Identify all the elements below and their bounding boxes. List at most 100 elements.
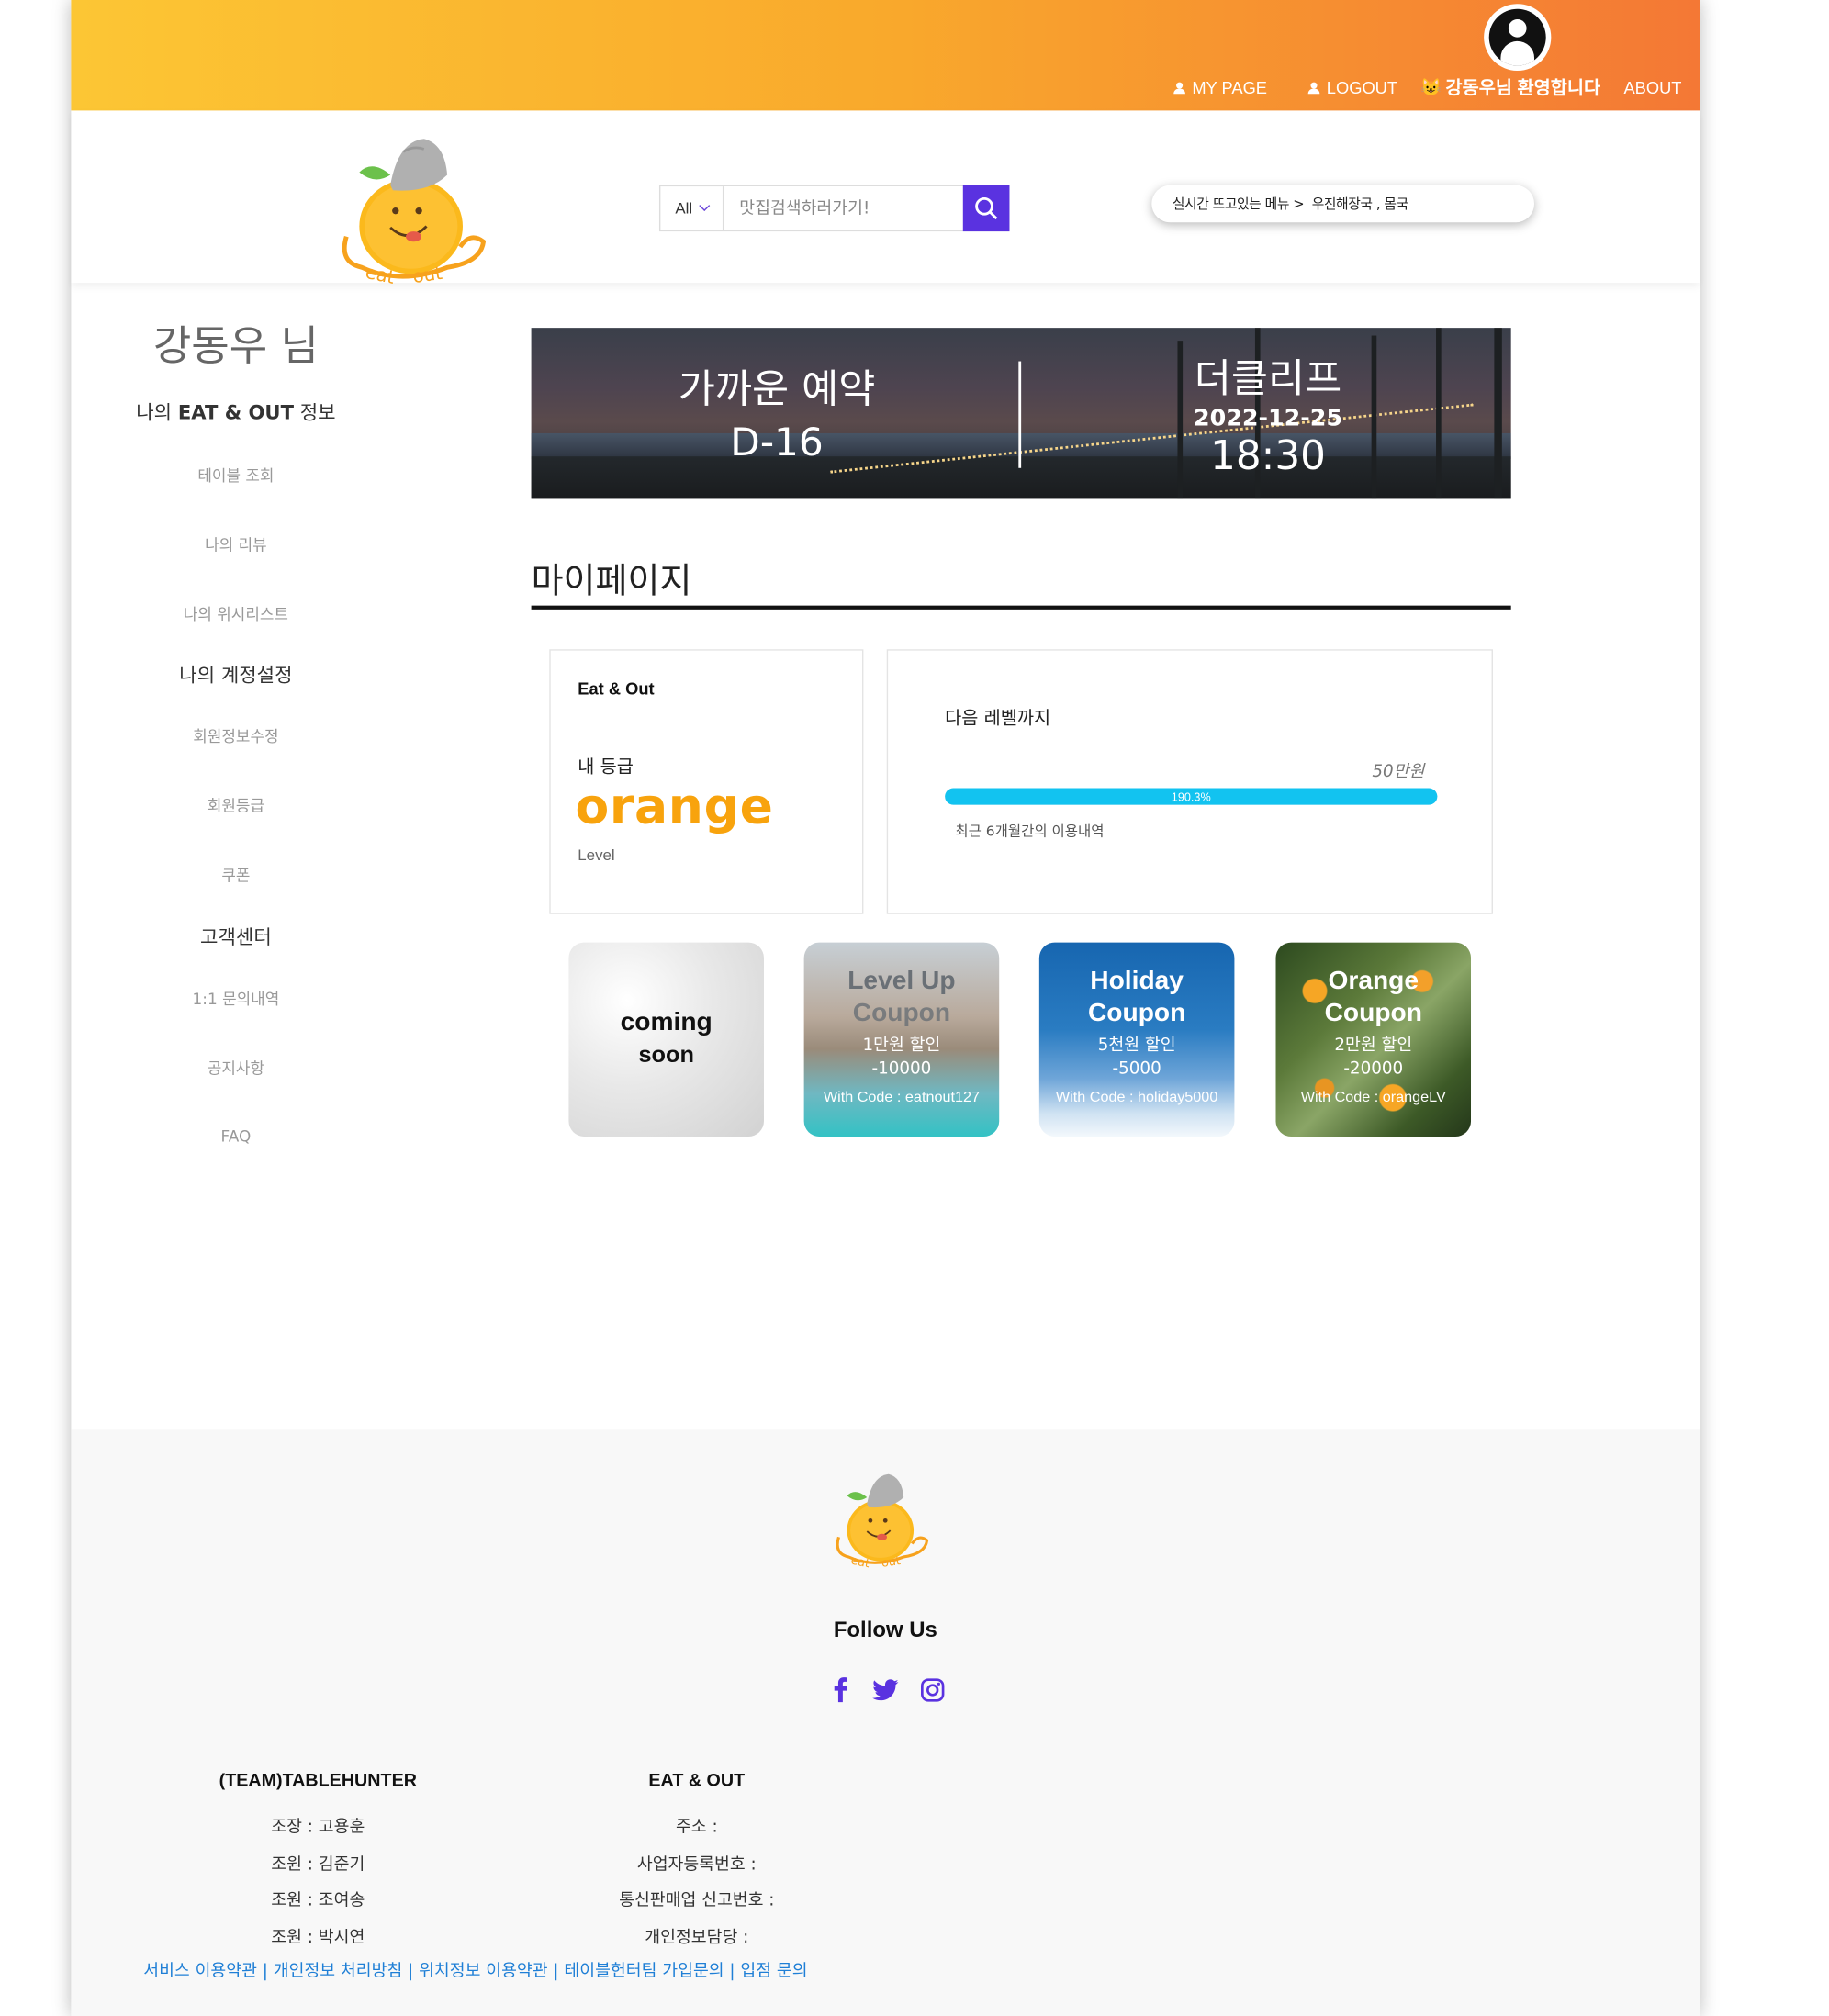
coupon-card-orange[interactable]: Orange Coupon 2만원 할인 -20000 With Code : … [1275, 942, 1472, 1137]
company-info: 통신판매업 신고번호 : [619, 1891, 775, 1911]
coupon-line2: Coupon [1324, 999, 1422, 1028]
profile-avatar[interactable] [1484, 4, 1552, 72]
user-icon [1173, 81, 1186, 94]
sidebar-section-account: 나의 계정설정 [179, 663, 293, 687]
coupon-line4: -20000 [1343, 1059, 1404, 1080]
store-inquiry-link[interactable]: 입점 문의 [740, 1962, 807, 1981]
grade-level-text: Level [578, 846, 615, 865]
eat-out-logo[interactable]: eat out [336, 134, 494, 286]
svg-text:out: out [411, 263, 443, 286]
reservation-banner[interactable]: 가까운 예약 D-16 더클리프 2022-12-25 18:30 [531, 328, 1511, 499]
privacy-link[interactable]: 개인정보 처리방침 [274, 1962, 403, 1981]
sidebar-item-wishlist[interactable]: 나의 위시리스트 [71, 603, 400, 625]
coupon-line1: Level Up [847, 967, 956, 995]
sidebar-item-faq[interactable]: FAQ [71, 1127, 400, 1146]
team-heading: (TEAM)TABLEHUNTER [219, 1769, 417, 1790]
next-level-amount: 50만원 [1372, 762, 1425, 782]
banner-divider [1018, 361, 1022, 468]
coupon-line1: coming [620, 1007, 713, 1036]
banner-dday: D-16 [730, 420, 824, 465]
sidebar-item-grade[interactable]: 회원등급 [71, 795, 400, 817]
grade-card-brand: Eat & Out [578, 678, 655, 699]
sidebar-item-table[interactable]: 테이블 조회 [71, 465, 400, 487]
nav-mypage-label: MY PAGE [1192, 77, 1268, 97]
coupon-line3: 5천원 할인 [1097, 1036, 1176, 1056]
banner-restaurant: 더클리프 [1194, 355, 1342, 403]
company-info: 개인정보담당 : [645, 1928, 749, 1948]
top-bar: MY PAGE LOGOUT 😺 강동우님 환영합니다 ABOUT [71, 0, 1700, 111]
coupon-line4: -10000 [871, 1059, 932, 1080]
facebook-link[interactable] [826, 1675, 855, 1704]
welcome-text: 강동우님 환영합니다 [1445, 77, 1601, 98]
level-progress-fill: 190.3% [945, 788, 1438, 805]
instagram-link[interactable] [918, 1675, 947, 1704]
twitter-link[interactable] [871, 1675, 900, 1704]
nav-mypage[interactable]: MY PAGE [1173, 77, 1268, 97]
coupon-card-holiday[interactable]: Holiday Coupon 5천원 할인 -5000 With Code : … [1038, 942, 1235, 1137]
next-level-title: 다음 레벨까지 [945, 708, 1051, 730]
banner-date: 2022-12-25 [1193, 405, 1343, 432]
usage-history-note: 최근 6개월간의 이용내역 [955, 823, 1105, 840]
trending-menu-ticker[interactable]: 실시간 뜨고있는 메뉴 > 우진해장국 , 몸국 [1151, 185, 1535, 223]
sec1-suffix: 정보 [294, 400, 336, 425]
sec1-brand: EAT & OUT [177, 400, 295, 425]
coupon-line2: soon [638, 1041, 694, 1068]
coupon-line1: Holiday [1090, 967, 1184, 995]
footer: eat out Follow Us (TEAM)TABLEHUNTER 조장 :… [71, 1429, 1700, 2016]
coupon-code: With Code : holiday5000 [1055, 1090, 1218, 1106]
progress-card: 다음 레벨까지 50만원 190.3% 최근 6개월간의 이용내역 [886, 649, 1493, 914]
page: MY PAGE LOGOUT 😺 강동우님 환영합니다 ABOUT eat out… [71, 0, 1700, 2016]
nav-about[interactable]: ABOUT [1623, 78, 1681, 97]
user-icon [1308, 81, 1320, 94]
search-scope-select[interactable]: All [660, 186, 724, 230]
header: eat out All 실시간 뜨고있는 메뉴 > 우진해장국 , 몸국 [71, 110, 1700, 286]
terms-link[interactable]: 서비스 이용약관 [143, 1962, 257, 1981]
page-title: 마이페이지 [531, 562, 692, 602]
sidebar-section-support: 고객센터 [200, 925, 272, 949]
trend-label: 실시간 뜨고있는 메뉴 > [1172, 196, 1305, 213]
sidebar-item-edit-profile[interactable]: 회원정보수정 [71, 725, 400, 747]
search-button[interactable] [962, 185, 1010, 232]
search-scope-value: All [675, 199, 693, 218]
grade-value: orange [575, 778, 774, 834]
sidebar-item-review[interactable]: 나의 리뷰 [71, 533, 400, 555]
banner-time: 18:30 [1210, 432, 1326, 480]
company-info: 사업자등록번호 : [636, 1854, 757, 1875]
sidebar-item-coupon[interactable]: 쿠폰 [71, 864, 400, 886]
coupon-line3: 1만원 할인 [862, 1036, 941, 1056]
team-join-link[interactable]: 테이블헌터팀 가입문의 [564, 1962, 724, 1981]
facebook-icon [834, 1677, 847, 1703]
coupon-line2: Coupon [1087, 999, 1186, 1028]
coupon-line4: -5000 [1112, 1059, 1161, 1080]
banner-left-title: 가까운 예약 [678, 366, 876, 413]
team-member: 조장 : 고용훈 [271, 1818, 365, 1838]
top-nav: MY PAGE LOGOUT 😺 강동우님 환영합니다 ABOUT [1150, 74, 1682, 100]
sidebar-item-inquiry[interactable]: 1:1 문의내역 [71, 988, 400, 1010]
coupon-code: With Code : orangeLV [1300, 1090, 1446, 1106]
search-icon [975, 196, 998, 220]
team-member: 조원 : 박시연 [271, 1928, 365, 1948]
level-progress-bar: 190.3% [945, 788, 1438, 805]
location-terms-link[interactable]: 위치정보 이용약관 [419, 1962, 548, 1981]
face-icon: 😺 [1420, 77, 1442, 97]
coupon-card-level-up[interactable]: Level Up Coupon 1만원 할인 -10000 With Code … [803, 942, 1000, 1137]
coupon-card-coming-soon[interactable]: coming soon [568, 942, 764, 1137]
twitter-icon [872, 1678, 899, 1700]
team-member: 조원 : 김준기 [271, 1854, 365, 1875]
follow-us-heading: Follow Us [833, 1617, 937, 1642]
title-underline [531, 605, 1511, 610]
sec1-prefix: 나의 [136, 400, 178, 425]
user-avatar-icon [1488, 8, 1546, 66]
nav-logout-label: LOGOUT [1326, 77, 1398, 97]
search-input[interactable] [724, 186, 963, 230]
chevron-down-icon [698, 200, 710, 212]
grade-label: 내 등급 [578, 756, 634, 778]
coupon-line1: Orange [1328, 967, 1419, 995]
nav-logout[interactable]: LOGOUT [1308, 78, 1397, 97]
grade-card: Eat & Out 내 등급 orange Level [549, 649, 864, 914]
svg-text:out: out [881, 1553, 902, 1569]
company-info: 주소 : [675, 1818, 718, 1838]
sidebar-item-notice[interactable]: 공지사항 [71, 1057, 400, 1079]
footer-links: 서비스 이용약관 | 개인정보 처리방침 | 위치정보 이용약관 | 테이블헌터… [143, 1962, 808, 1982]
team-member: 조원 : 조여송 [271, 1891, 365, 1911]
